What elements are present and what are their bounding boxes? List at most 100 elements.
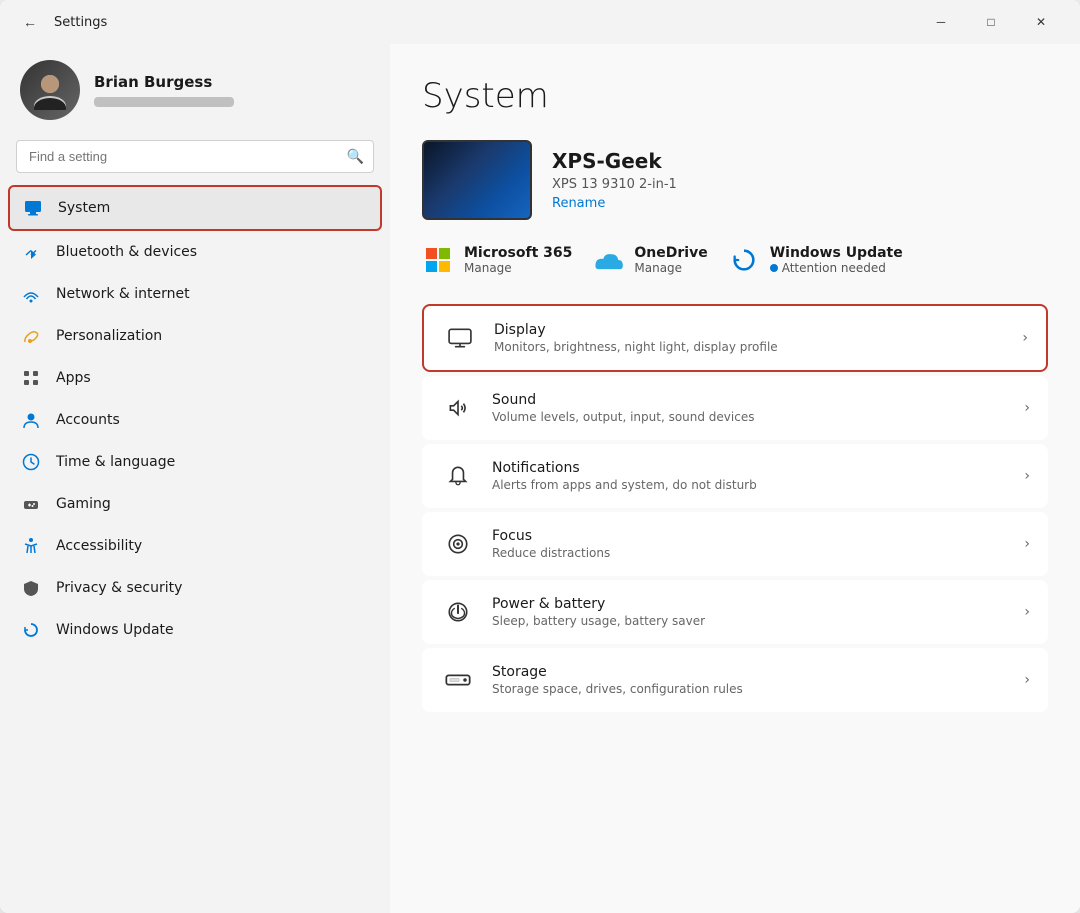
display-icon [442, 320, 478, 356]
bluetooth-icon [20, 241, 42, 263]
service-onedrive[interactable]: OneDrive Manage [592, 244, 707, 276]
sidebar-item-privacy[interactable]: Privacy & security [8, 567, 382, 609]
sidebar-item-network[interactable]: Network & internet [8, 273, 382, 315]
ms365-action: Manage [464, 261, 572, 275]
settings-item-sound[interactable]: Sound Volume levels, output, input, soun… [422, 376, 1048, 440]
apps-icon [20, 367, 42, 389]
service-ms365[interactable]: Microsoft 365 Manage [422, 244, 572, 276]
power-text: Power & battery Sleep, battery usage, ba… [492, 596, 1024, 628]
settings-item-focus[interactable]: Focus Reduce distractions › [422, 512, 1048, 576]
search-box: 🔍 [16, 140, 374, 173]
display-title: Display [494, 322, 1022, 338]
focus-icon [440, 526, 476, 562]
sidebar-item-accounts[interactable]: Accounts [8, 399, 382, 441]
main-content: System XPS-Geek XPS 13 9310 2-in-1 Renam… [390, 44, 1080, 913]
minimize-button[interactable]: ─ [918, 6, 964, 38]
settings-item-storage[interactable]: Storage Storage space, drives, configura… [422, 648, 1048, 712]
settings-item-display[interactable]: Display Monitors, brightness, night ligh… [422, 304, 1048, 372]
display-desc: Monitors, brightness, night light, displ… [494, 340, 1022, 354]
device-name: XPS-Geek [552, 149, 677, 173]
search-icon: 🔍 [347, 149, 364, 165]
sidebar-item-accessibility[interactable]: Accessibility [8, 525, 382, 567]
device-card: XPS-Geek XPS 13 9310 2-in-1 Rename [422, 140, 1048, 220]
storage-chevron: › [1024, 672, 1030, 688]
back-button[interactable]: ← [16, 8, 44, 36]
power-title: Power & battery [492, 596, 1024, 612]
user-section[interactable]: Brian Burgess [0, 44, 390, 140]
notifications-desc: Alerts from apps and system, do not dist… [492, 478, 1024, 492]
focus-title: Focus [492, 528, 1024, 544]
storage-title: Storage [492, 664, 1024, 680]
accounts-icon [20, 409, 42, 431]
settings-item-power[interactable]: Power & battery Sleep, battery usage, ba… [422, 580, 1048, 644]
content-area: Brian Burgess 🔍 [0, 44, 1080, 913]
onedrive-name: OneDrive [634, 245, 707, 261]
accessibility-icon [20, 535, 42, 557]
notifications-title: Notifications [492, 460, 1024, 476]
sidebar-item-personalization[interactable]: Personalization [8, 315, 382, 357]
sidebar-item-bluetooth[interactable]: Bluetooth & devices [8, 231, 382, 273]
sidebar-label-personalization: Personalization [56, 328, 162, 344]
ms365-name: Microsoft 365 [464, 245, 572, 261]
sidebar-item-system[interactable]: System [8, 185, 382, 231]
sidebar-item-apps[interactable]: Apps [8, 357, 382, 399]
sidebar-label-apps: Apps [56, 370, 91, 386]
titlebar-left: ← Settings [16, 8, 107, 36]
user-info: Brian Burgess [94, 73, 234, 107]
display-text: Display Monitors, brightness, night ligh… [494, 322, 1022, 354]
winupdate-action: Attention needed [770, 261, 903, 275]
focus-desc: Reduce distractions [492, 546, 1024, 560]
sound-chevron: › [1024, 400, 1030, 416]
ms365-text: Microsoft 365 Manage [464, 245, 572, 275]
focus-text: Focus Reduce distractions [492, 528, 1024, 560]
services-row: Microsoft 365 Manage OneDrive Manage [422, 244, 1048, 276]
sidebar-item-gaming[interactable]: Gaming [8, 483, 382, 525]
page-title: System [422, 76, 1048, 116]
sidebar-item-time[interactable]: Time & language [8, 441, 382, 483]
network-icon [20, 283, 42, 305]
notifications-chevron: › [1024, 468, 1030, 484]
sound-title: Sound [492, 392, 1024, 408]
avatar [20, 60, 80, 120]
settings-window: ← Settings ─ □ ✕ [0, 0, 1080, 913]
onedrive-icon [592, 244, 624, 276]
winupdate-text: Windows Update Attention needed [770, 245, 903, 275]
user-email-bar [94, 97, 234, 107]
sound-text: Sound Volume levels, output, input, soun… [492, 392, 1024, 424]
winupdate-name: Windows Update [770, 245, 903, 261]
sidebar-label-privacy: Privacy & security [56, 580, 182, 596]
winupdate-icon [728, 244, 760, 276]
sidebar-label-network: Network & internet [56, 286, 190, 302]
privacy-icon [20, 577, 42, 599]
monitor-icon [22, 197, 44, 219]
sidebar-label-system: System [58, 200, 110, 216]
onedrive-text: OneDrive Manage [634, 245, 707, 275]
titlebar-title: Settings [54, 15, 107, 30]
sidebar-label-gaming: Gaming [56, 496, 111, 512]
close-button[interactable]: ✕ [1018, 6, 1064, 38]
storage-icon [440, 662, 476, 698]
notifications-text: Notifications Alerts from apps and syste… [492, 460, 1024, 492]
storage-text: Storage Storage space, drives, configura… [492, 664, 1024, 696]
update-icon [20, 619, 42, 641]
settings-list: Display Monitors, brightness, night ligh… [422, 304, 1048, 712]
device-rename-link[interactable]: Rename [552, 196, 677, 211]
sound-icon [440, 390, 476, 426]
service-winupdate[interactable]: Windows Update Attention needed [728, 244, 903, 276]
sidebar-label-accessibility: Accessibility [56, 538, 142, 554]
gaming-icon [20, 493, 42, 515]
storage-desc: Storage space, drives, configuration rul… [492, 682, 1024, 696]
maximize-button[interactable]: □ [968, 6, 1014, 38]
sidebar-label-bluetooth: Bluetooth & devices [56, 244, 197, 260]
device-screen-image [422, 140, 532, 220]
power-desc: Sleep, battery usage, battery saver [492, 614, 1024, 628]
paint-icon [20, 325, 42, 347]
device-info: XPS-Geek XPS 13 9310 2-in-1 Rename [552, 149, 677, 211]
power-icon [440, 594, 476, 630]
search-input[interactable] [16, 140, 374, 173]
focus-chevron: › [1024, 536, 1030, 552]
sidebar-label-update: Windows Update [56, 622, 174, 638]
notifications-icon [440, 458, 476, 494]
sidebar-item-update[interactable]: Windows Update [8, 609, 382, 651]
settings-item-notifications[interactable]: Notifications Alerts from apps and syste… [422, 444, 1048, 508]
